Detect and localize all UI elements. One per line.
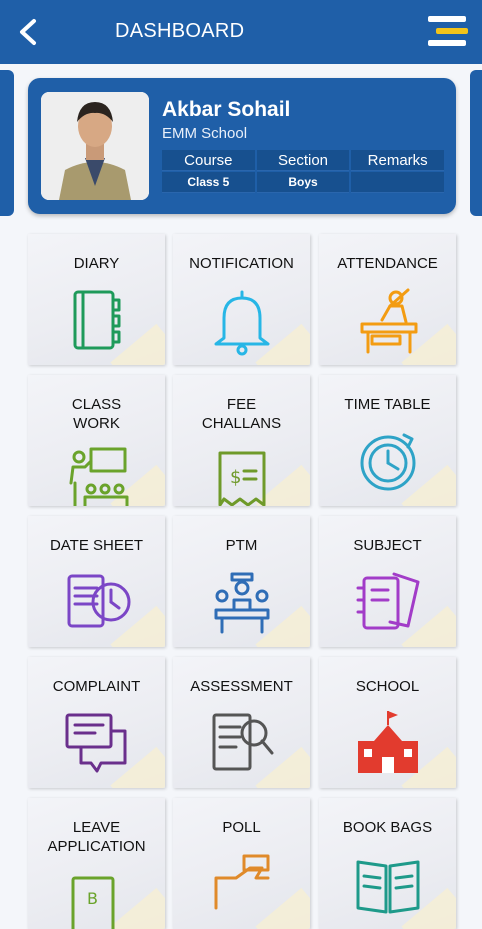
app-bar: DASHBOARD bbox=[0, 0, 482, 64]
menu-tile-diary[interactable]: DIARY bbox=[28, 234, 165, 365]
page-title: DASHBOARD bbox=[115, 20, 245, 42]
menu-tile-label: DIARY bbox=[73, 255, 120, 272]
receipt-icon: $ bbox=[218, 451, 266, 506]
menu-tile-attendance[interactable]: ATTENDANCE bbox=[319, 234, 456, 365]
section-header: Section bbox=[256, 150, 350, 171]
clock-icon bbox=[360, 433, 416, 491]
meeting-icon bbox=[214, 572, 270, 634]
menu-tile-book-bags[interactable]: BOOK BAGS bbox=[319, 798, 456, 929]
diary-icon bbox=[73, 290, 121, 350]
menu-tile-fee-challans[interactable]: FEE CHALLANS $ bbox=[173, 375, 310, 506]
leave-doc-icon: B bbox=[71, 876, 115, 929]
menu-tile-label: COMPLAINT bbox=[52, 678, 141, 695]
svg-text:B: B bbox=[87, 889, 98, 908]
menu-tile-school[interactable]: SCHOOL bbox=[319, 657, 456, 788]
menu-tile-ptm[interactable]: PTM bbox=[173, 516, 310, 647]
date-sheet-icon bbox=[67, 574, 131, 628]
student-info-table: Course Section Remarks Class 5 Boys bbox=[162, 150, 445, 193]
back-arrow-icon[interactable] bbox=[14, 16, 44, 48]
menu-tile-label: SCHOOL bbox=[355, 678, 420, 695]
section-value: Boys bbox=[256, 172, 350, 193]
menu-icon[interactable] bbox=[428, 14, 470, 48]
course-value: Class 5 bbox=[162, 172, 255, 193]
menu-tile-class-work[interactable]: CLASS WORK bbox=[28, 375, 165, 506]
menu-tile-assessment[interactable]: ASSESSMENT bbox=[173, 657, 310, 788]
classroom-icon bbox=[69, 447, 129, 506]
menu-tile-label: ATTENDANCE bbox=[337, 255, 438, 272]
previous-card-peek[interactable] bbox=[0, 70, 14, 216]
student-name: Akbar Sohail bbox=[162, 98, 291, 121]
menu-tile-label: FEE CHALLANS bbox=[201, 396, 282, 432]
menu-tile-leave-application[interactable]: LEAVE APPLICATION B bbox=[28, 798, 165, 929]
menu-tile-label: LEAVE APPLICATION bbox=[47, 819, 146, 855]
student-profile-card[interactable]: Akbar Sohail EMM School Course Section R… bbox=[28, 78, 456, 214]
notebook-icon bbox=[356, 572, 420, 630]
attendance-icon bbox=[360, 288, 418, 354]
magnifier-doc-icon bbox=[212, 713, 274, 771]
menu-tile-label: ASSESSMENT bbox=[190, 678, 293, 695]
menu-tile-label: DATE SHEET bbox=[49, 537, 144, 554]
menu-tile-label: SUBJECT bbox=[353, 537, 422, 554]
student-photo bbox=[41, 92, 149, 200]
school-building-icon bbox=[358, 711, 418, 773]
svg-text:$: $ bbox=[230, 467, 241, 488]
school-name: EMM School bbox=[162, 125, 248, 142]
hand-ballot-icon bbox=[214, 854, 270, 910]
remarks-value bbox=[351, 172, 445, 193]
menu-tile-poll[interactable]: POLL bbox=[173, 798, 310, 929]
menu-tile-label: BOOK BAGS bbox=[342, 819, 433, 836]
menu-tile-label: TIME TABLE bbox=[344, 396, 431, 413]
menu-tile-time-table[interactable]: TIME TABLE bbox=[319, 375, 456, 506]
menu-tile-complaint[interactable]: COMPLAINT bbox=[28, 657, 165, 788]
menu-tile-label: NOTIFICATION bbox=[189, 255, 294, 272]
menu-tile-notification[interactable]: NOTIFICATION bbox=[173, 234, 310, 365]
menu-tile-label: POLL bbox=[222, 819, 261, 836]
chat-icon bbox=[65, 713, 127, 773]
menu-tile-label: PTM bbox=[225, 537, 258, 554]
next-card-peek[interactable] bbox=[470, 70, 482, 216]
bell-icon bbox=[214, 290, 270, 356]
menu-tile-subject[interactable]: SUBJECT bbox=[319, 516, 456, 647]
remarks-header: Remarks bbox=[351, 150, 445, 171]
course-header: Course bbox=[162, 150, 255, 171]
menu-tile-label: CLASS WORK bbox=[71, 396, 122, 432]
open-book-icon bbox=[356, 860, 420, 914]
menu-tile-date-sheet[interactable]: DATE SHEET bbox=[28, 516, 165, 647]
